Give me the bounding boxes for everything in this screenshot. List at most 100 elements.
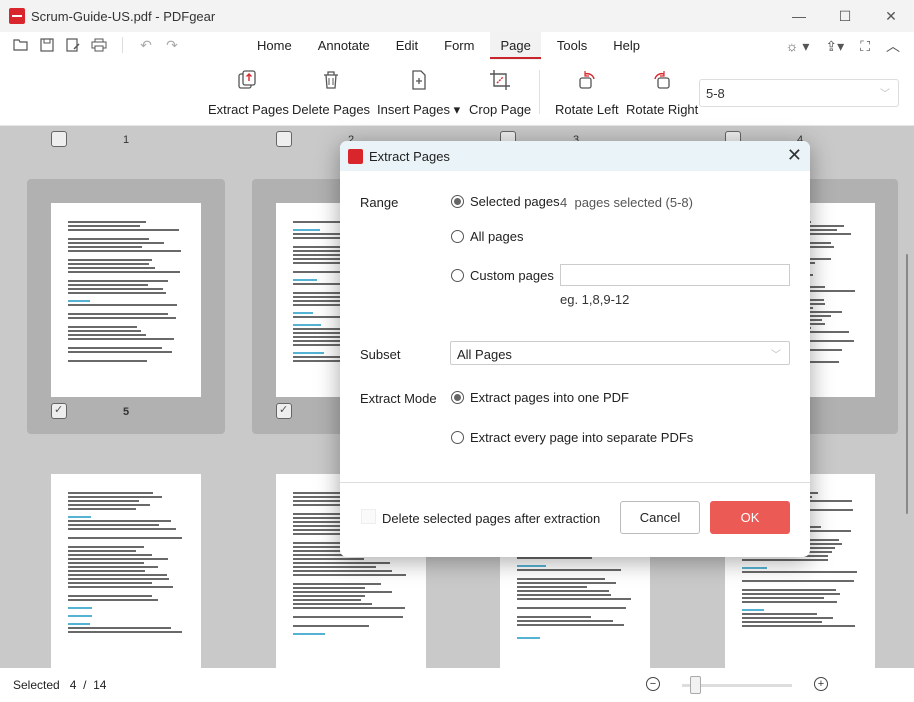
save-as-icon[interactable] xyxy=(64,36,82,54)
all-pages-label: All pages xyxy=(470,229,524,244)
share-icon[interactable]: ⇪▾ xyxy=(825,38,844,55)
all-pages-radio[interactable] xyxy=(451,230,464,243)
close-button[interactable]: ✕ xyxy=(868,0,914,32)
custom-pages-hint: eg. 1,8,9-12 xyxy=(560,292,630,307)
zoom-in-button[interactable]: + xyxy=(814,677,828,691)
text-line xyxy=(68,586,174,588)
custom-pages-radio[interactable] xyxy=(451,269,464,282)
status-bar: Selected 4 / 14 − + xyxy=(0,668,914,702)
page-ribbon: Extract Pages Delete Pages Insert Pages … xyxy=(0,60,914,126)
zoom-out-button[interactable]: − xyxy=(646,677,660,691)
minimize-button[interactable]: — xyxy=(776,0,822,32)
text-line xyxy=(293,607,405,609)
page-6-checkbox[interactable] xyxy=(276,403,292,419)
theme-icon[interactable]: ☼ ▾ xyxy=(786,38,810,55)
text-line xyxy=(68,267,155,269)
tab-home[interactable]: Home xyxy=(247,32,302,60)
rotate-right-button[interactable]: Rotate Right xyxy=(626,68,698,117)
subset-dropdown[interactable]: All Pages ﹀ xyxy=(450,341,790,365)
text-line xyxy=(68,313,169,315)
tab-page[interactable]: Page xyxy=(490,32,542,60)
text-line xyxy=(68,292,167,294)
undo-icon[interactable]: ↶ xyxy=(137,36,155,54)
delete-after-checkbox[interactable] xyxy=(361,509,376,524)
text-line xyxy=(517,557,593,559)
text-line xyxy=(742,621,822,623)
extract-separate-radio[interactable] xyxy=(451,431,464,444)
rotate-left-button[interactable]: Rotate Left xyxy=(555,68,619,117)
cancel-button[interactable]: Cancel xyxy=(620,501,700,534)
dialog-title-bar: Extract Pages ✕ xyxy=(340,141,810,171)
fullscreen-icon[interactable]: ⛶ xyxy=(860,38,870,55)
text-line xyxy=(68,516,91,518)
dialog-divider xyxy=(340,482,810,483)
custom-pages-input[interactable] xyxy=(560,264,790,286)
rotate-left-label: Rotate Left xyxy=(555,102,619,117)
redo-icon[interactable]: ↷ xyxy=(163,36,181,54)
extract-mode-label: Extract Mode xyxy=(360,391,437,406)
chevron-down-icon: ﹀ xyxy=(771,350,781,361)
tab-edit[interactable]: Edit xyxy=(386,32,428,60)
text-line xyxy=(517,620,614,622)
text-line xyxy=(68,225,140,227)
maximize-button[interactable]: ☐ xyxy=(822,0,868,32)
text-line xyxy=(68,284,148,286)
text-line xyxy=(68,263,149,265)
text-line xyxy=(742,625,856,627)
text-line xyxy=(68,623,91,625)
text-line xyxy=(293,562,391,564)
text-line xyxy=(68,317,176,319)
print-icon[interactable] xyxy=(90,36,108,54)
text-line xyxy=(68,504,151,506)
text-line xyxy=(68,351,173,353)
insert-pages-button[interactable]: Insert Pages ▾ xyxy=(377,68,460,118)
page-1-checkbox[interactable] xyxy=(51,131,67,147)
collapse-ribbon-icon[interactable]: ︿ xyxy=(886,36,900,56)
page-9-preview[interactable] xyxy=(51,474,201,668)
delete-pages-button[interactable]: Delete Pages xyxy=(292,68,370,117)
extract-one-pdf-radio[interactable] xyxy=(451,391,464,404)
page-5-checkbox[interactable] xyxy=(51,403,67,419)
extract-pages-button[interactable]: Extract Pages xyxy=(208,68,289,117)
text-line xyxy=(68,537,182,539)
text-line xyxy=(68,615,93,617)
page-1-number: 1 xyxy=(123,134,130,146)
dialog-close-button[interactable]: ✕ xyxy=(787,146,802,164)
selected-pages-radio[interactable] xyxy=(451,195,464,208)
text-line xyxy=(293,583,381,585)
range-label: Range xyxy=(360,195,399,210)
tab-help[interactable]: Help xyxy=(603,32,650,60)
text-line xyxy=(68,326,137,328)
vertical-scrollbar[interactable] xyxy=(906,254,908,514)
text-line xyxy=(68,330,141,332)
maximize-icon: ☐ xyxy=(838,7,852,24)
text-line xyxy=(68,607,93,609)
text-line xyxy=(68,520,171,522)
delete-after-label: Delete selected pages after extraction xyxy=(382,511,601,526)
text-line xyxy=(293,279,317,281)
app-logo-icon xyxy=(9,8,25,24)
close-icon: ✕ xyxy=(786,145,802,165)
tab-annotate[interactable]: Annotate xyxy=(308,32,380,60)
menu-tabs: Home Annotate Edit Form Page Tools Help xyxy=(244,32,653,60)
tab-form[interactable]: Form xyxy=(434,32,484,60)
zoom-slider-thumb[interactable] xyxy=(690,676,701,694)
page-2-checkbox[interactable] xyxy=(276,131,292,147)
text-line xyxy=(68,242,165,244)
crop-page-button[interactable]: Crop Page xyxy=(469,68,531,117)
text-line xyxy=(517,637,540,639)
open-folder-icon[interactable] xyxy=(12,36,30,54)
text-line xyxy=(293,595,365,597)
text-line xyxy=(68,508,137,510)
window-title: Scrum-Guide-US.pdf - PDFgear xyxy=(31,8,216,24)
text-line xyxy=(742,593,841,595)
minus-icon: − xyxy=(649,677,657,690)
tab-tools[interactable]: Tools xyxy=(547,32,597,60)
ok-button[interactable]: OK xyxy=(710,501,790,534)
text-line xyxy=(68,631,182,633)
text-line xyxy=(68,562,145,564)
crop-icon xyxy=(490,70,511,90)
text-line xyxy=(68,570,145,572)
save-icon[interactable] xyxy=(38,36,56,54)
page-range-combo[interactable]: 5-8 ﹀ xyxy=(699,79,899,107)
